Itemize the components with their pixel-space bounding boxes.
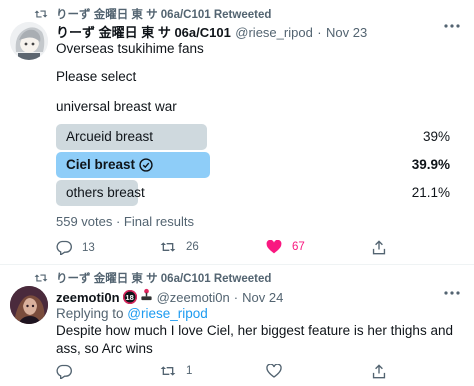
separator: · xyxy=(233,289,239,305)
poll-option-winner: Ciel breast xyxy=(66,152,153,178)
replying-to: Replying to @riese_ripod xyxy=(56,305,208,323)
retweet-count: 26 xyxy=(186,241,199,253)
avatar-illustration xyxy=(10,286,48,324)
avatar[interactable] xyxy=(10,22,48,60)
retweet-context-text: りーず 金曜日 東 サ 06a/C101 Retweeted xyxy=(56,273,272,285)
reply-icon xyxy=(56,364,72,379)
poll-option-percent: 21.1% xyxy=(411,185,450,200)
poll-option-label: Arcueid breast xyxy=(66,129,154,144)
author-handle[interactable]: @zeemoti0n xyxy=(157,290,230,305)
author-handle[interactable]: @riese_ripod xyxy=(235,25,313,40)
tweet-text-line: Please select xyxy=(56,69,137,84)
reply-button[interactable] xyxy=(56,364,82,379)
share-icon xyxy=(372,240,386,255)
poll-option-label: Ciel breast xyxy=(66,157,136,172)
reply-button[interactable]: 13 xyxy=(56,240,95,255)
poll-option-percent: 39% xyxy=(422,129,450,144)
like-count: 67 xyxy=(292,241,305,253)
reply-icon xyxy=(56,240,72,255)
retweet-button[interactable]: 26 xyxy=(160,240,199,254)
avatar-illustration xyxy=(10,22,48,60)
poll-option-percent: 39.9% xyxy=(411,157,450,172)
retweet-context: りーず 金曜日 東 サ 06a/C101 Retweeted xyxy=(34,270,271,286)
retweet-icon xyxy=(34,272,48,284)
share-icon xyxy=(372,364,386,379)
replying-to-link[interactable]: @riese_ripod xyxy=(127,306,208,321)
author-name[interactable]: zeemoti0n xyxy=(56,290,120,305)
tweet-date[interactable]: Nov 23 xyxy=(326,25,367,40)
retweet-context-text: りーず 金曜日 東 サ 06a/C101 Retweeted xyxy=(56,9,272,21)
like-button[interactable] xyxy=(266,364,292,378)
replying-to-prefix: Replying to xyxy=(56,306,128,321)
tweet-header: りーず 金曜日 東 サ 06a/C101 @riese_ripod · Nov … xyxy=(56,22,367,42)
retweet-icon xyxy=(160,364,176,378)
retweet-icon xyxy=(34,8,48,20)
more-icon[interactable] xyxy=(444,291,460,295)
more-icon[interactable] xyxy=(444,24,460,28)
separator: · xyxy=(317,25,322,40)
tweet-date[interactable]: Nov 24 xyxy=(242,290,283,305)
poll-footer: 559 votes · Final results xyxy=(56,214,195,229)
tweet-text-line: Overseas tsukihime fans xyxy=(56,41,204,56)
tweet-text: Despite how much I love Ciel, her bigges… xyxy=(56,323,453,356)
retweet-icon xyxy=(160,240,176,254)
heart-icon xyxy=(266,364,282,378)
retweet-count: 1 xyxy=(186,365,193,377)
like-button[interactable]: 67 xyxy=(266,240,305,254)
share-button[interactable] xyxy=(372,240,396,255)
check-circle-icon xyxy=(139,158,153,172)
share-button[interactable] xyxy=(372,364,396,379)
age-badge-icon: 18 xyxy=(122,290,137,304)
reply-count: 13 xyxy=(82,241,95,254)
heart-filled-icon xyxy=(266,240,282,254)
author-name[interactable]: りーず 金曜日 東 サ 06a/C101 xyxy=(56,25,231,40)
poll-option-label: others breast xyxy=(66,185,145,200)
retweet-button[interactable]: 1 xyxy=(160,364,192,378)
joystick-icon xyxy=(140,288,153,306)
tweet-header: zeemoti0n 18 @zeemoti0n · Nov 24 xyxy=(56,288,283,306)
retweet-context: りーず 金曜日 東 サ 06a/C101 Retweeted xyxy=(34,6,271,22)
tweet-divider xyxy=(0,264,474,265)
avatar[interactable] xyxy=(10,286,48,324)
tweet-text-line: universal breast war xyxy=(56,99,177,114)
